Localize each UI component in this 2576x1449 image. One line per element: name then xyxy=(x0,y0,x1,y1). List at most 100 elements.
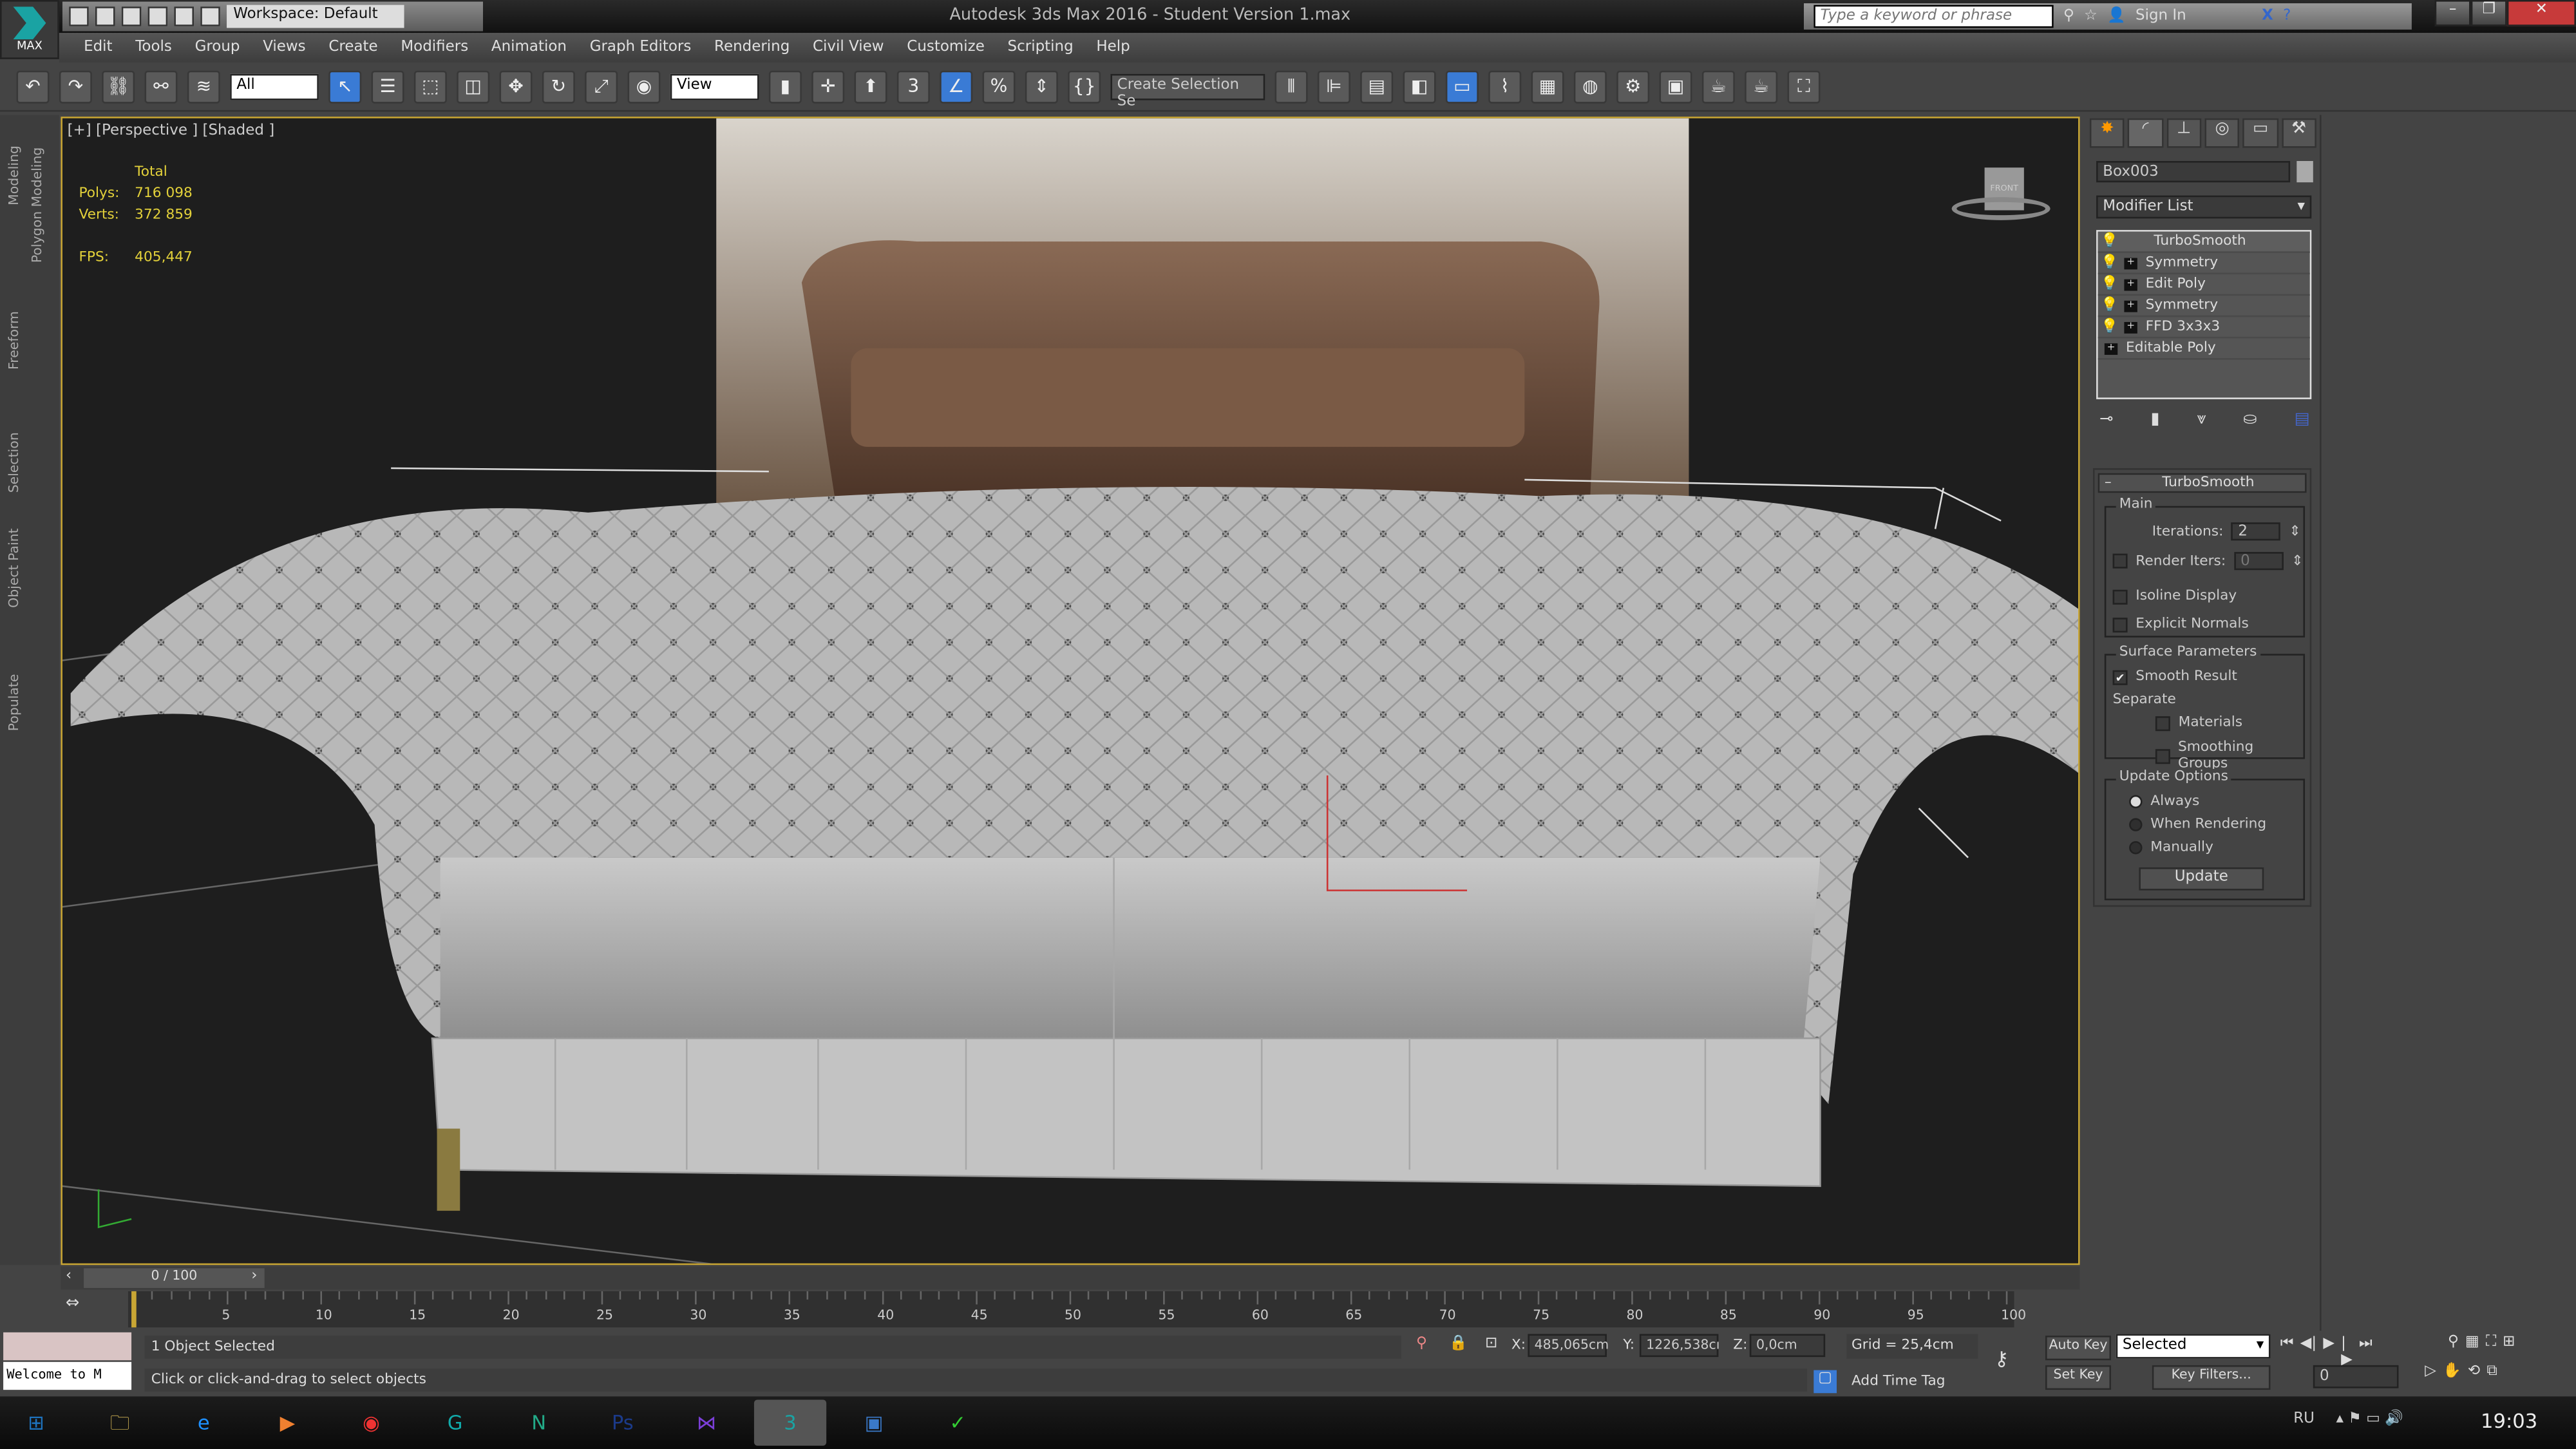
ribbon-tab-selection[interactable]: Selection xyxy=(6,432,21,493)
materials-checkbox[interactable] xyxy=(2155,715,2170,730)
clock[interactable]: 19:03 xyxy=(2481,1410,2537,1433)
iterations-spinner[interactable]: 2 xyxy=(2231,522,2281,541)
keyboard-shortcut-icon[interactable]: ⬆ xyxy=(854,70,887,103)
spinner-arrows-icon[interactable]: ⇕ xyxy=(2289,523,2300,540)
material-editor-icon[interactable]: ◍ xyxy=(1573,70,1607,103)
taskbar-remote-desktop-icon[interactable]: ▣ xyxy=(838,1399,910,1445)
object-color-swatch[interactable] xyxy=(2297,160,2313,183)
expand-icon[interactable]: + xyxy=(2124,320,2137,333)
isolate-selection-icon[interactable]: ⚲ xyxy=(1416,1336,1427,1352)
align-icon[interactable]: ⊫ xyxy=(1317,70,1350,103)
show-end-result-icon[interactable]: ▮ xyxy=(2150,411,2159,429)
edit-named-selection-icon[interactable]: {} xyxy=(1068,70,1101,103)
render-in-cloud-icon[interactable]: ⛶ xyxy=(1787,70,1821,103)
maxscript-mini-listener[interactable]: Welcome to M xyxy=(3,1361,132,1390)
maximize-button[interactable]: ❐ xyxy=(2470,0,2507,26)
exchange-icon[interactable]: X xyxy=(2262,8,2273,25)
isoline-display-checkbox[interactable] xyxy=(2112,589,2128,604)
taskbar-chrome-icon[interactable]: ◉ xyxy=(335,1399,407,1445)
expand-icon[interactable]: + xyxy=(2104,342,2118,354)
redo-icon[interactable] xyxy=(174,6,194,26)
pin-stack-icon[interactable]: ⊸ xyxy=(2099,411,2113,429)
spinner-snap-icon[interactable]: ⇕ xyxy=(1025,70,1058,103)
absolute-mode-icon[interactable]: ⊡ xyxy=(1485,1336,1497,1352)
render-iters-checkbox[interactable] xyxy=(2112,553,2128,569)
layers-icon[interactable]: ◧ xyxy=(1403,70,1436,103)
key-mode-dropdown[interactable]: Selected ▾ xyxy=(2116,1334,2271,1359)
time-tag-icon[interactable]: ▢ xyxy=(1814,1370,1837,1394)
taskbar-media-player-icon[interactable]: ▶ xyxy=(251,1399,323,1445)
set-key-button[interactable]: Set Key xyxy=(2045,1365,2112,1390)
render-setup-icon[interactable]: ⚙ xyxy=(1616,70,1650,103)
bind-space-warp-icon[interactable]: ≋ xyxy=(187,70,220,103)
menu-animation[interactable]: Animation xyxy=(480,39,578,56)
menu-modifiers[interactable]: Modifiers xyxy=(390,39,480,56)
x-coordinate-field[interactable]: 485,065cm xyxy=(1528,1334,1609,1358)
open-file-icon[interactable] xyxy=(95,6,115,26)
zoom-all-icon[interactable]: ▦ xyxy=(2465,1334,2479,1350)
mini-curve-editor-icon[interactable]: ⇔ xyxy=(66,1294,79,1312)
sign-in-button[interactable]: Sign In xyxy=(2136,8,2186,25)
modifier-stack-item[interactable]: 💡 + Symmetry xyxy=(2098,253,2310,275)
ribbon-icon[interactable]: ▭ xyxy=(1445,70,1479,103)
pivot-center-icon[interactable]: ▮ xyxy=(768,70,802,103)
ribbon-tab-populate[interactable]: Populate xyxy=(6,674,21,732)
maximize-viewport-icon[interactable]: ⧉ xyxy=(2486,1363,2497,1380)
create-tab-icon[interactable]: ✸ xyxy=(2089,118,2125,148)
track-bar[interactable]: 5 10 15 20 25 30 35 40 45 50 55 60 65 70 75 80 85 90 95 100 xyxy=(128,1291,2026,1328)
expand-icon[interactable]: + xyxy=(2124,278,2137,290)
perspective-viewport[interactable]: [+] [Perspective ] [Shaded ] Total Polys… xyxy=(61,117,2080,1265)
ribbon-tab-modeling[interactable]: Modeling xyxy=(6,146,21,205)
smooth-result-checkbox[interactable]: ✔ xyxy=(2112,669,2128,685)
modifier-enabled-icon[interactable]: 💡 xyxy=(2098,298,2121,314)
motion-tab-icon[interactable]: ◎ xyxy=(2204,118,2240,148)
selection-lock-icon[interactable]: 🔒 xyxy=(1449,1336,1468,1352)
placement-icon[interactable]: ◉ xyxy=(627,70,661,103)
rotate-icon[interactable]: ↻ xyxy=(542,70,575,103)
pan-icon[interactable]: ✋ xyxy=(2443,1363,2461,1380)
expand-icon[interactable]: + xyxy=(2124,299,2137,312)
taskbar-corel-icon[interactable]: G xyxy=(419,1399,491,1445)
make-unique-icon[interactable]: ⩔ xyxy=(2197,411,2206,429)
select-manipulate-icon[interactable]: ✛ xyxy=(811,70,845,103)
next-frame-button-icon[interactable]: |▶ xyxy=(2341,1336,2353,1368)
project-icon[interactable] xyxy=(200,6,220,26)
modifier-stack-item[interactable]: 💡 + Edit Poly xyxy=(2098,274,2310,296)
move-icon[interactable]: ✥ xyxy=(499,70,533,103)
render-production-icon[interactable]: ☕ xyxy=(1701,70,1735,103)
menu-tools[interactable]: Tools xyxy=(124,39,183,56)
utilities-tab-icon[interactable]: ⚒ xyxy=(2281,118,2316,148)
modifier-enabled-icon[interactable]: 💡 xyxy=(2098,276,2121,293)
star-icon[interactable]: ☆ xyxy=(2084,8,2098,25)
manually-radio[interactable] xyxy=(2129,841,2143,855)
previous-frame-icon[interactable]: ◀| xyxy=(2300,1336,2316,1368)
display-tab-icon[interactable]: ▭ xyxy=(2242,118,2278,148)
modifier-stack-item[interactable]: + Editable Poly xyxy=(2098,339,2310,360)
taskbar-green-app-icon[interactable]: ✓ xyxy=(922,1399,994,1445)
menu-scripting[interactable]: Scripting xyxy=(996,39,1085,56)
object-name-field[interactable]: Box003 xyxy=(2096,160,2291,183)
hierarchy-tab-icon[interactable]: ⊥ xyxy=(2166,118,2202,148)
key-icon[interactable]: ⚷ xyxy=(1994,1347,2009,1370)
menu-views[interactable]: Views xyxy=(251,39,317,56)
close-button[interactable]: ✕ xyxy=(2506,0,2576,26)
auto-key-button[interactable]: Auto Key xyxy=(2045,1335,2112,1361)
menu-customize[interactable]: Customize xyxy=(895,39,996,56)
time-slider-thumb[interactable]: 0 / 100 xyxy=(84,1268,265,1288)
z-coordinate-field[interactable]: 0,0cm xyxy=(1749,1334,1826,1358)
selection-filter-dropdown[interactable]: All xyxy=(230,73,319,100)
go-to-end-icon[interactable]: ⏭ xyxy=(2359,1336,2372,1368)
maxscript-listener-pink[interactable] xyxy=(3,1332,132,1361)
taskbar-start-icon[interactable]: ⊞ xyxy=(0,1399,72,1445)
smoothing-groups-checkbox[interactable] xyxy=(2155,748,2170,763)
undo-icon[interactable]: ↶ xyxy=(16,70,50,103)
prev-frame-icon[interactable]: ‹ xyxy=(66,1268,71,1285)
remove-modifier-icon[interactable]: ⛀ xyxy=(2243,411,2257,429)
save-icon[interactable] xyxy=(121,6,142,26)
go-to-start-icon[interactable]: ⏮ xyxy=(2280,1336,2294,1368)
taskbar-internet-explorer-icon[interactable]: e xyxy=(167,1399,240,1445)
menu-civil-view[interactable]: Civil View xyxy=(801,39,895,56)
add-time-tag-button[interactable]: Add Time Tag xyxy=(1846,1370,1978,1394)
current-frame-field[interactable]: 0 xyxy=(2313,1365,2399,1388)
taskbar-photoshop-icon[interactable]: Ps xyxy=(587,1399,659,1445)
